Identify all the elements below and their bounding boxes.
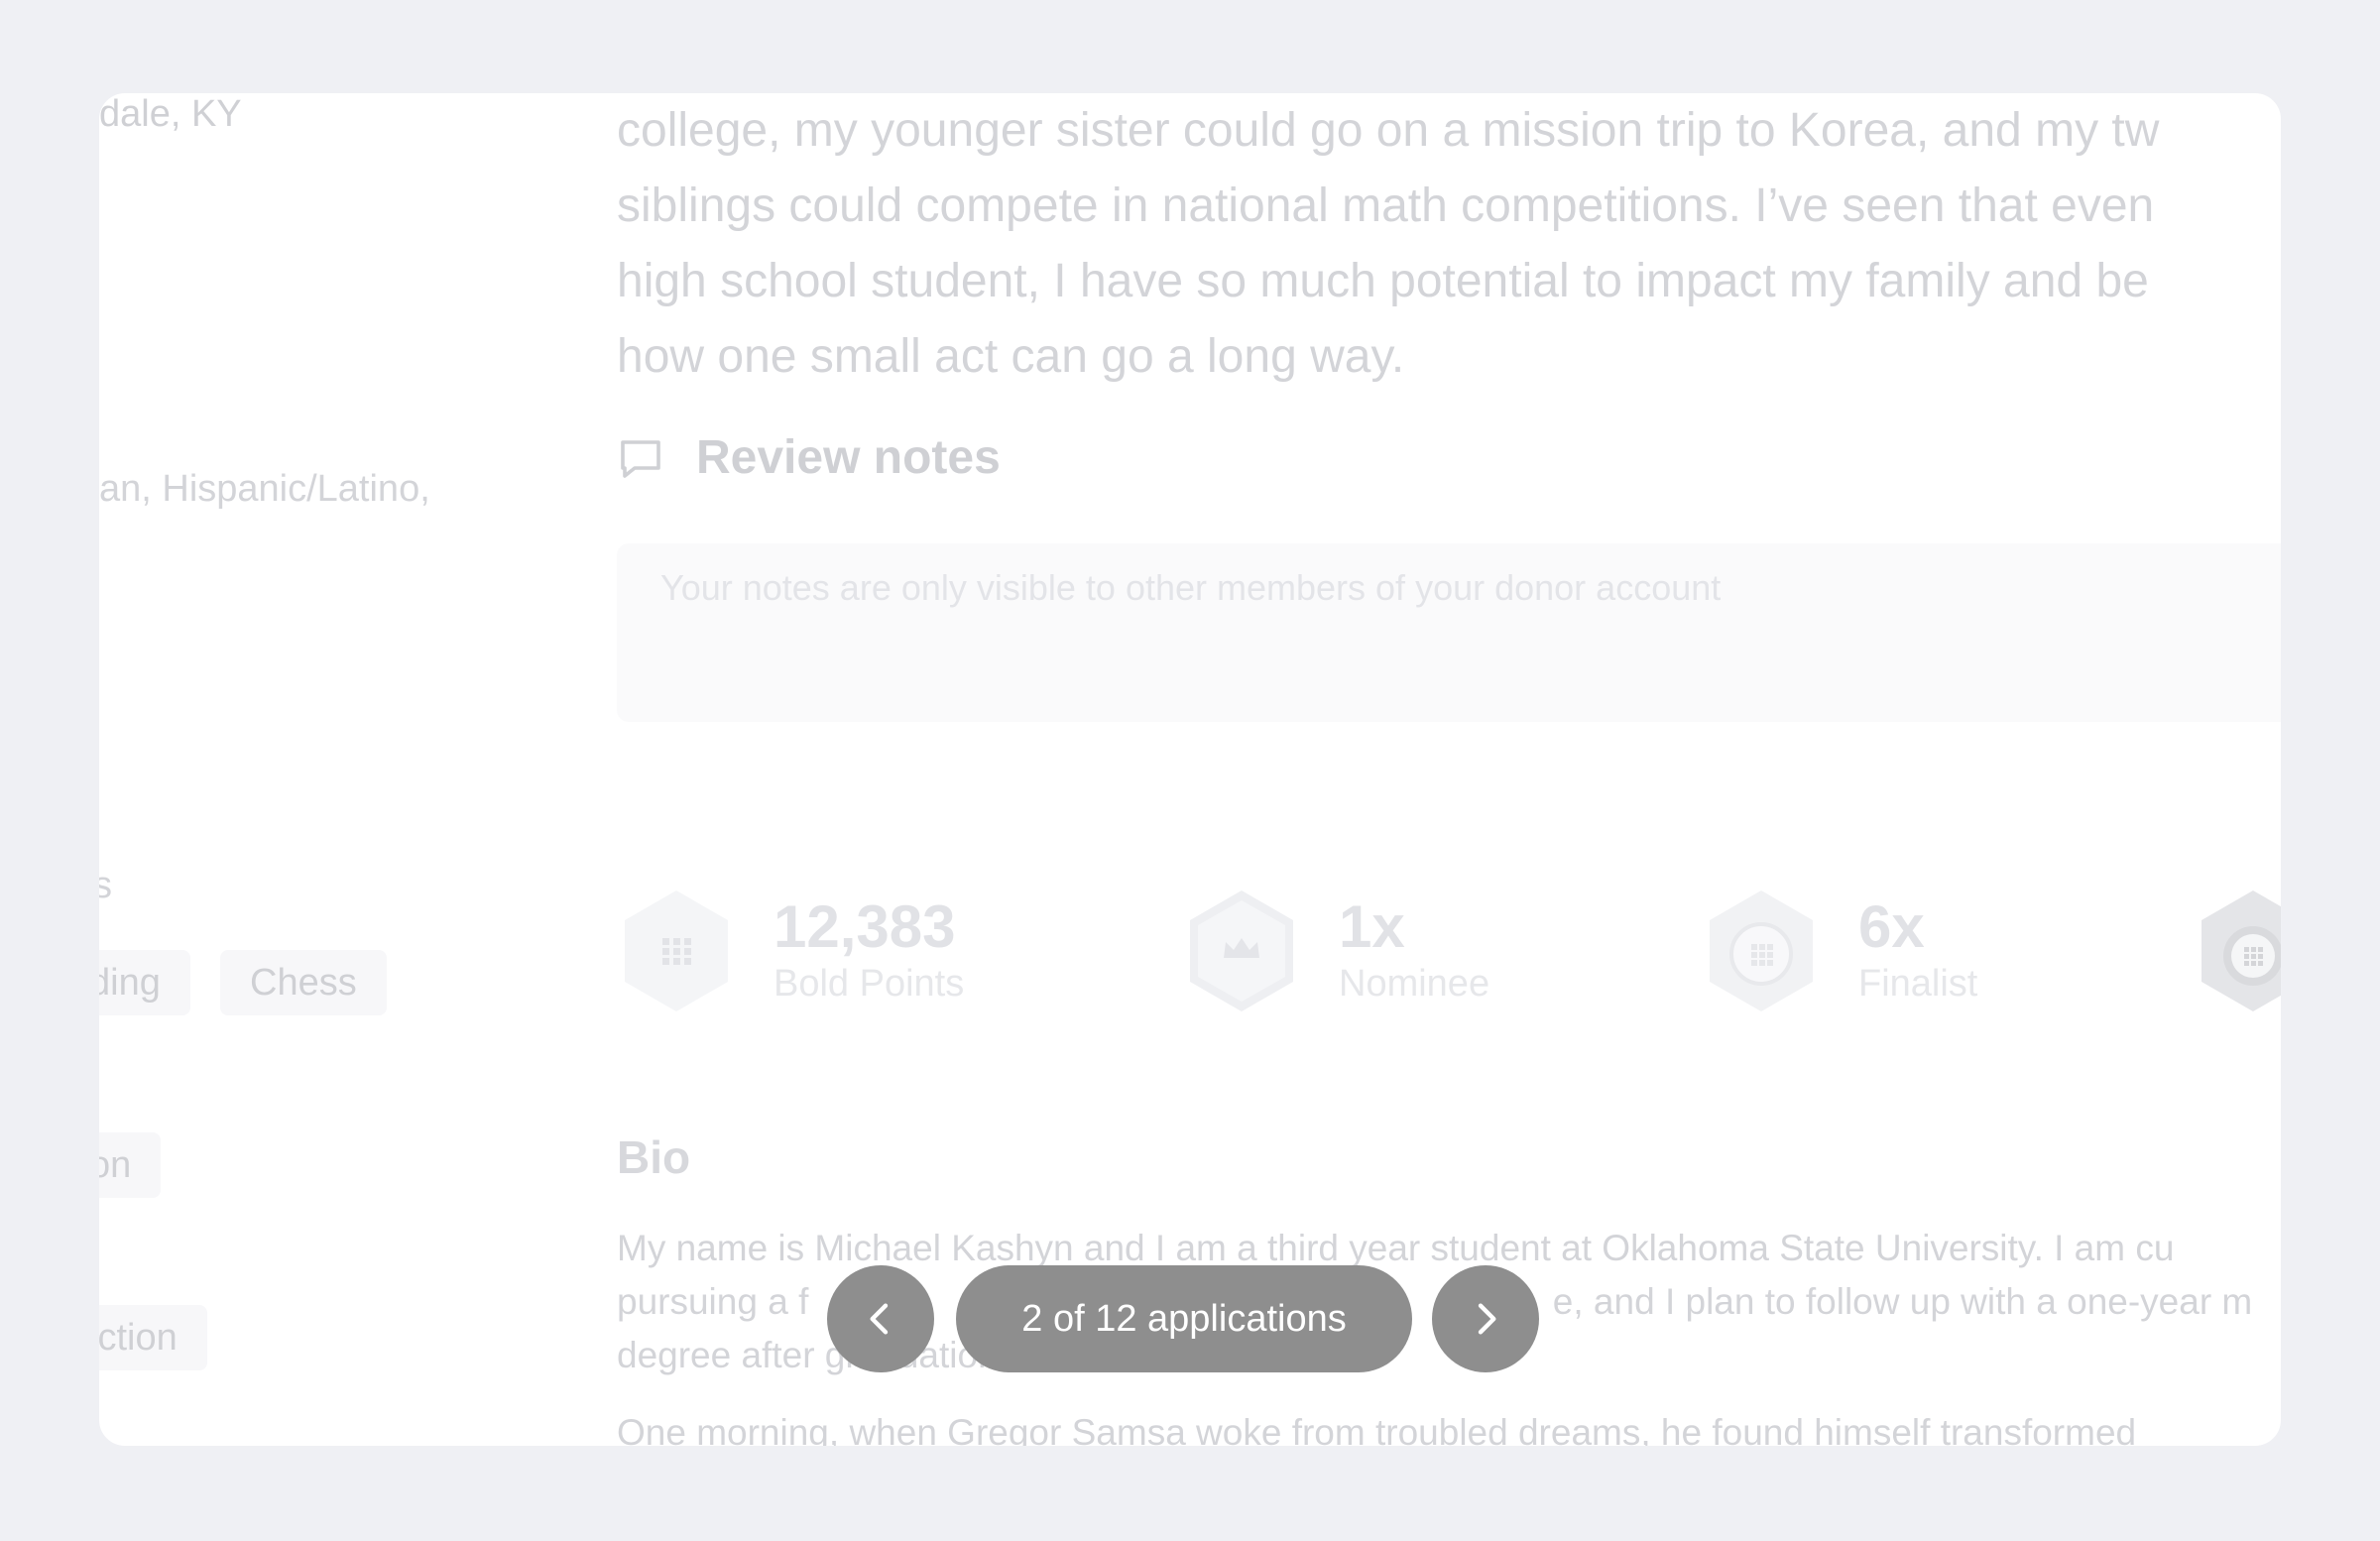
stat-label: Nominee — [1339, 963, 1490, 1005]
application-main: college, my younger sister could go on a… — [617, 93, 2281, 1446]
interest-tag: ding — [99, 950, 190, 1015]
review-notes-title: Review notes — [696, 431, 1001, 484]
applicant-sidebar: dale, KY an, Hispanic/Latino, s ding Che… — [99, 93, 615, 1446]
nominee-crown-icon — [1190, 890, 1293, 1011]
chevron-right-icon — [1478, 1303, 1496, 1335]
tag-chip: iction — [99, 1305, 207, 1370]
applicant-location: dale, KY — [99, 93, 242, 135]
stat-finalist: 6x Finalist — [1702, 887, 1977, 1015]
chevron-left-icon — [870, 1303, 889, 1335]
essay-line: high school student, I have so much pote… — [617, 255, 2149, 307]
application-card: dale, KY an, Hispanic/Latino, s ding Che… — [99, 93, 2281, 1446]
essay-line: siblings could compete in national math … — [617, 179, 2155, 232]
review-notes-header: Review notes — [617, 430, 1001, 485]
review-notes-placeholder: Your notes are only visible to other mem… — [660, 567, 1722, 608]
finalist-badge-icon — [1710, 890, 1813, 1011]
stat-value: 6x — [1858, 893, 1925, 960]
stat-bold-points: 12,383 Bold Points — [617, 887, 964, 1015]
bio-title: Bio — [617, 1131, 691, 1183]
winner-badge-icon — [2202, 890, 2281, 1011]
comment-icon — [621, 439, 660, 478]
bio-paragraph: One morning, when Gregor Samsa woke from… — [617, 1412, 2137, 1446]
stat-label: Bold Points — [774, 963, 965, 1005]
applicant-ethnicity: an, Hispanic/Latino, — [99, 468, 430, 510]
stat-value: 1x — [1339, 893, 1405, 960]
bold-points-icon — [625, 890, 728, 1011]
stat-value: 12,383 — [774, 893, 956, 960]
tag-chip: on — [99, 1132, 162, 1198]
essay-text: college, my younger sister could go on a… — [617, 93, 2281, 395]
essay-line: college, my younger sister could go on a… — [617, 104, 2160, 157]
application-counter: 2 of 12 applications — [956, 1265, 1412, 1372]
essay-line: how one small act can go a long way. — [617, 330, 1405, 383]
stat-label: Finalist — [1858, 963, 1978, 1005]
section-label-fragment: s — [99, 865, 112, 906]
stats-row: 12,383 Bold Points 1x Nominee 6x Finalis… — [617, 887, 2281, 1025]
stat-winner — [2194, 887, 2281, 1015]
interest-tag: Chess — [220, 950, 387, 1015]
previous-application-button[interactable] — [827, 1265, 934, 1372]
next-application-button[interactable] — [1432, 1265, 1539, 1372]
stat-nominee: 1x Nominee — [1182, 887, 1489, 1015]
